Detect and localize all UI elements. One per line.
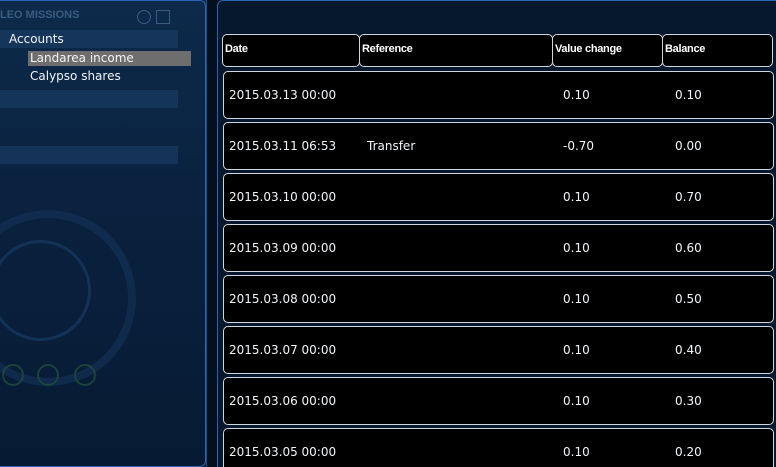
balance-cell: 0.10 — [675, 88, 702, 102]
table-row[interactable]: 2015.03.10 00:00 0.10 0.70 — [223, 173, 774, 221]
transactions-panel: Date Reference Value change Balance 2015… — [217, 0, 776, 467]
table-row[interactable]: 2015.03.11 06:53 Transfer -0.70 0.00 — [223, 122, 774, 170]
date-cell: 2015.03.07 00:00 — [229, 343, 337, 357]
value-change-cell: 0.10 — [563, 292, 590, 306]
date-cell: 2015.03.08 00:00 — [229, 292, 337, 306]
globe-icon — [37, 364, 59, 386]
help-icon — [137, 10, 151, 24]
value-change-cell: 0.10 — [563, 190, 590, 204]
column-header-balance[interactable]: Balance — [662, 34, 773, 67]
globe-icon — [2, 364, 24, 386]
account-item-calypso-shares[interactable]: Calypso shares — [28, 69, 191, 84]
table-row[interactable]: 2015.03.13 00:00 0.10 0.10 — [223, 71, 774, 119]
table-row[interactable]: 2015.03.09 00:00 0.10 0.60 — [223, 224, 774, 272]
balance-cell: 0.60 — [675, 241, 702, 255]
missions-header: LEO MISSIONS — [0, 9, 80, 21]
background-mission-row — [0, 146, 178, 164]
value-change-cell: 0.10 — [563, 445, 590, 459]
date-cell: 2015.03.13 00:00 — [229, 88, 337, 102]
date-cell: 2015.03.10 00:00 — [229, 190, 337, 204]
collapse-icon — [156, 10, 170, 24]
value-change-cell: 0.10 — [563, 88, 590, 102]
reference-cell: Transfer — [367, 139, 416, 153]
balance-cell: 0.40 — [675, 343, 702, 357]
balance-cell: 0.70 — [675, 190, 702, 204]
accounts-label: Accounts — [9, 32, 64, 46]
date-cell: 2015.03.06 00:00 — [229, 394, 337, 408]
balance-cell: 0.20 — [675, 445, 702, 459]
balance-cell: 0.50 — [675, 292, 702, 306]
value-change-cell: 0.10 — [563, 241, 590, 255]
table-row[interactable]: 2015.03.05 00:00 0.10 0.20 — [223, 428, 774, 467]
column-header-value-change[interactable]: Value change — [552, 34, 663, 67]
table-row[interactable]: 2015.03.07 00:00 0.10 0.40 — [223, 326, 774, 374]
value-change-cell: -0.70 — [563, 139, 595, 153]
value-change-cell: 0.10 — [563, 343, 590, 357]
balance-cell: 0.00 — [675, 139, 702, 153]
column-header-date[interactable]: Date — [222, 34, 360, 67]
date-cell: 2015.03.09 00:00 — [229, 241, 337, 255]
accounts-panel: LEO MISSIONS Accounts Landarea income Ca… — [0, 0, 207, 467]
table-row[interactable]: 2015.03.08 00:00 0.10 0.50 — [223, 275, 774, 323]
value-change-cell: 0.10 — [563, 394, 590, 408]
table-row[interactable]: 2015.03.06 00:00 0.10 0.30 — [223, 377, 774, 425]
date-cell: 2015.03.11 06:53 — [229, 139, 337, 153]
balance-cell: 0.30 — [675, 394, 702, 408]
date-cell: 2015.03.05 00:00 — [229, 445, 337, 459]
globe-icon — [74, 364, 96, 386]
account-item-landarea-income[interactable]: Landarea income — [28, 51, 191, 66]
column-header-reference[interactable]: Reference — [359, 34, 553, 67]
background-mission-row — [0, 90, 178, 108]
